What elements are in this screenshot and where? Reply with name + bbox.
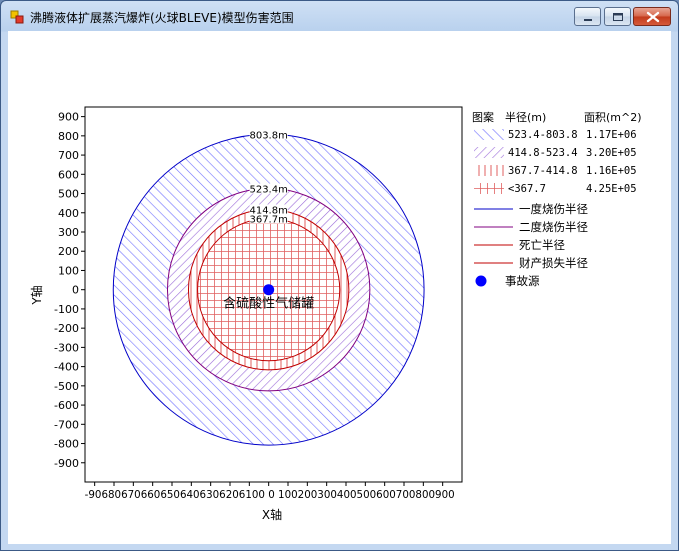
y-tick-label: 500: [58, 188, 79, 201]
y-tick-label: 800: [58, 130, 79, 143]
y-tick-label: 600: [58, 168, 79, 181]
maximize-icon: [613, 13, 623, 21]
y-axis-title: Y轴: [29, 285, 44, 305]
y-tick-label: -700: [54, 418, 79, 431]
y-tick-label: 400: [58, 207, 79, 220]
y-tick-label: -800: [54, 438, 79, 451]
window-title: 沸腾液体扩展蒸汽爆炸(火球BLEVE)模型伤害范围: [30, 11, 294, 25]
legend-area-3: 1.16E+05: [586, 165, 637, 177]
title-bar[interactable]: 沸腾液体扩展蒸汽爆炸(火球BLEVE)模型伤害范围: [1, 1, 678, 32]
legend-line-label-1: 一度烧伤半径: [519, 202, 588, 216]
legend-swatch-1: [474, 129, 504, 140]
legend-swatch-3: [474, 165, 504, 176]
accident-source-dot: [263, 284, 275, 296]
y-tick-label: -200: [54, 322, 79, 335]
x-tick-labels: -906806706606506406306206100 0 100200300…: [85, 488, 455, 501]
y-tick-label: -300: [54, 341, 79, 354]
legend-dot: [475, 275, 487, 287]
x-axis-title: X轴: [262, 507, 282, 522]
legend: 图案 半径(m) 面积(m^2) 523.4-803.8 1.17E+06 414.8-5…: [472, 110, 642, 288]
y-tick-label: -900: [54, 457, 79, 470]
y-tick-label: -500: [54, 380, 79, 393]
close-icon: [646, 11, 660, 23]
legend-area-1: 1.17E+06: [586, 129, 637, 141]
legend-swatch-2: [474, 147, 504, 158]
y-tick-label: 700: [58, 149, 79, 162]
app-icon: [10, 10, 24, 24]
y-tick-label: -100: [54, 303, 79, 316]
bleve-damage-chart: 803.8m523.4m414.8m367.7m含硫酸性气储罐 90080070…: [29, 106, 642, 522]
minimize-icon: [584, 19, 592, 21]
rings-group: 803.8m523.4m414.8m367.7m含硫酸性气储罐: [112, 129, 425, 446]
accident-source-label: 含硫酸性气储罐: [223, 296, 314, 312]
legend-range-2: 414.8-523.4: [508, 147, 578, 159]
ring-label-1: 803.8m: [249, 130, 287, 141]
legend-header-1: 图案: [472, 110, 494, 124]
legend-header-3: 面积(m^2): [584, 111, 642, 124]
legend-header-2: 半径(m): [505, 110, 546, 124]
legend-line-label-3: 死亡半径: [519, 238, 565, 252]
maximize-button[interactable]: [604, 7, 631, 26]
minimize-button[interactable]: [574, 7, 601, 26]
ring-label-2: 523.4m: [249, 185, 287, 196]
y-tick-label: 100: [58, 264, 79, 277]
legend-range-4: <367.7: [508, 183, 546, 195]
plot-layer: 803.8m523.4m414.8m367.7m含硫酸性气储罐: [112, 129, 425, 446]
legend-line-label-2: 二度烧伤半径: [519, 220, 588, 234]
legend-range-1: 523.4-803.8: [508, 129, 578, 141]
legend-area-4: 4.25E+05: [586, 183, 637, 195]
legend-swatch-4: [474, 183, 504, 194]
legend-range-3: 367.7-414.8: [508, 165, 578, 177]
y-tick-label: 300: [58, 226, 79, 239]
app-window: 沸腾液体扩展蒸汽爆炸(火球BLEVE)模型伤害范围 803.8m 523.4m …: [0, 0, 679, 551]
y-tick-label: -600: [54, 399, 79, 412]
y-tick-label: 200: [58, 245, 79, 258]
legend-dot-label: 事故源: [505, 274, 540, 288]
legend-area-2: 3.20E+05: [586, 147, 637, 159]
y-tick-label: 0: [72, 284, 79, 297]
ring-label-4: 367.7m: [249, 215, 287, 226]
y-tick-label: 900: [58, 111, 79, 124]
y-tick-label: -400: [54, 361, 79, 374]
client-area: 803.8m 523.4m 414.8m 367.7m 含硫酸性气储罐 900 800 70…: [8, 31, 671, 544]
legend-line-label-4: 财产损失半径: [519, 256, 588, 270]
close-button[interactable]: [633, 7, 671, 26]
